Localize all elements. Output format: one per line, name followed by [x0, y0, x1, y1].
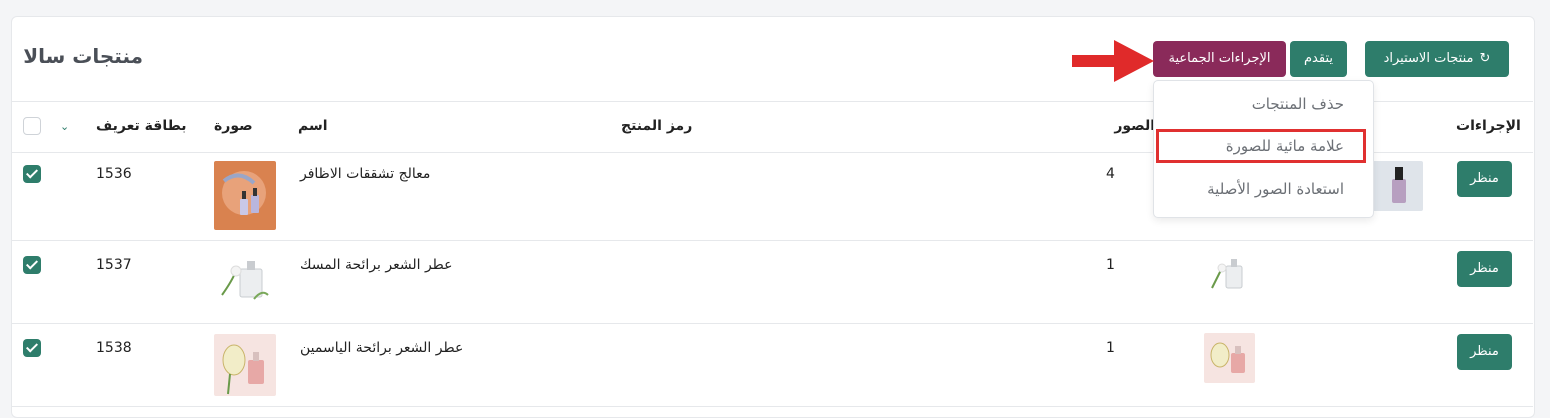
import-products-label: منتجات الاستيراد	[1383, 51, 1474, 66]
row-name: عطر الشعر برائحة المسك	[300, 257, 453, 273]
refresh-icon: ↻	[1479, 51, 1491, 66]
view-button[interactable]: منظر	[1457, 251, 1512, 287]
arrow-right-icon	[1072, 40, 1154, 82]
chevron-down-icon[interactable]: ⌄	[60, 120, 69, 133]
product-gallery-image[interactable]	[1204, 333, 1255, 383]
bulk-actions-button[interactable]: الإجراءات الجماعية	[1153, 41, 1286, 77]
import-products-button[interactable]: ↻ منتجات الاستيراد	[1365, 41, 1509, 77]
row-divider	[11, 240, 1533, 241]
product-gallery-image[interactable]	[1204, 250, 1255, 300]
view-button[interactable]: منظر	[1457, 334, 1512, 370]
row-checkbox[interactable]	[23, 165, 41, 183]
select-all-checkbox[interactable]	[23, 117, 41, 135]
column-name[interactable]: اسم	[298, 118, 328, 134]
row-id: 1538	[96, 340, 132, 356]
row-checkbox[interactable]	[23, 339, 41, 357]
row-image-count: 4	[1106, 166, 1115, 182]
row-checkbox[interactable]	[23, 256, 41, 274]
row-name: عطر الشعر برائحة الياسمين	[300, 340, 464, 356]
row-id: 1536	[96, 166, 132, 182]
view-button[interactable]: منظر	[1457, 161, 1512, 197]
row-image-count: 1	[1106, 257, 1115, 273]
row-divider	[11, 323, 1533, 324]
menu-item-restore-original-images[interactable]: استعادة الصور الأصلية	[1207, 180, 1344, 198]
product-thumbnail[interactable]	[214, 334, 276, 396]
row-name: معالج تشققات الاظافر	[300, 166, 431, 182]
column-images: الصور	[1114, 118, 1155, 134]
row-id: 1537	[96, 257, 132, 273]
page-title: منتجات سالا	[23, 44, 143, 68]
column-id[interactable]: بطاقة تعريف	[96, 118, 186, 134]
product-gallery-image[interactable]	[1372, 161, 1423, 211]
column-actions: الإجراءات	[1456, 118, 1521, 134]
product-thumbnail[interactable]	[214, 251, 276, 311]
advance-button[interactable]: يتقدم	[1290, 41, 1347, 77]
highlight-box	[1156, 129, 1366, 163]
product-thumbnail[interactable]	[214, 161, 276, 230]
column-product-code[interactable]: رمز المنتج	[621, 118, 692, 134]
column-image: صورة	[214, 118, 253, 134]
row-image-count: 1	[1106, 340, 1115, 356]
row-divider	[11, 406, 1533, 407]
menu-item-delete-products[interactable]: حذف المنتجات	[1252, 95, 1344, 113]
